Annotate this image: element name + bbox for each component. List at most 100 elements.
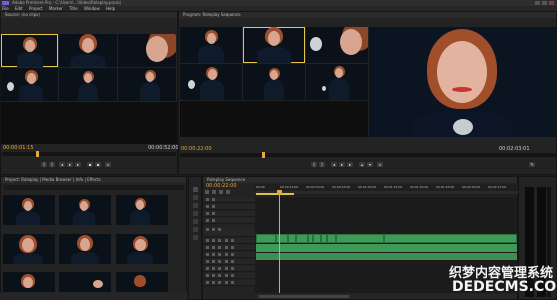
timeline-audio-clip-a2[interactable] <box>256 253 517 260</box>
snap-icon[interactable] <box>205 190 209 194</box>
step-back-icon[interactable]: ◂ <box>59 162 65 167</box>
project-clip-8[interactable] <box>59 272 111 292</box>
timeline-video-clip[interactable] <box>256 234 276 243</box>
timeline-video-clip[interactable] <box>336 234 384 243</box>
program-step-forward-icon[interactable]: ▸ <box>347 162 353 167</box>
program-monitor-tab[interactable]: Program: Roleplay Sequence <box>179 12 556 18</box>
pen-tool-icon[interactable] <box>193 227 198 232</box>
track-header-a3[interactable] <box>203 252 257 258</box>
program-angle-4[interactable] <box>180 64 242 100</box>
timeline-video-clip[interactable] <box>384 234 517 243</box>
program-angle-5[interactable] <box>243 64 305 100</box>
track-header-a7[interactable] <box>203 280 257 286</box>
program-play-icon[interactable]: ▸ <box>339 162 345 167</box>
timeline-playhead-handle[interactable] <box>277 190 282 194</box>
timeline-video-clip[interactable] <box>313 234 321 243</box>
track-select-tool-icon[interactable] <box>193 195 198 200</box>
linked-selection-icon[interactable] <box>212 190 216 194</box>
insert-icon[interactable]: ▪ <box>87 162 93 167</box>
ruler-label: 00:00:30:00 <box>306 185 325 189</box>
ruler-label: 00:02:15:00 <box>488 185 507 189</box>
track-header-a2[interactable] <box>203 245 257 251</box>
program-angle-3[interactable] <box>306 27 368 63</box>
overwrite-icon[interactable]: ▪ <box>95 162 101 167</box>
slip-tool-icon[interactable] <box>193 219 198 224</box>
program-angle-6[interactable] <box>306 64 368 100</box>
timeline-video-clip[interactable] <box>296 234 308 243</box>
ruler-label: 00:01:15:00 <box>384 185 403 189</box>
track-header-v2[interactable] <box>203 204 257 210</box>
program-playhead[interactable] <box>262 152 265 158</box>
project-clip-2[interactable] <box>59 195 111 225</box>
project-search-input[interactable] <box>4 185 184 190</box>
program-export-frame-icon[interactable]: ▫ <box>377 162 383 167</box>
razor-tool-icon[interactable] <box>193 211 198 216</box>
multicam-angle-5[interactable] <box>59 68 117 101</box>
play-icon[interactable]: ▸ <box>67 162 73 167</box>
track-header-a1[interactable] <box>203 238 257 244</box>
timeline-playhead-line[interactable] <box>279 190 280 293</box>
multicam-angle-2[interactable] <box>59 34 117 67</box>
timeline-playhead-timecode[interactable]: 00:00:22:00 <box>206 183 237 189</box>
program-mark-out-icon[interactable]: } <box>319 162 325 167</box>
program-timecode-duration: 00:02:03:01 <box>499 146 530 152</box>
timeline-audio-clip-a1[interactable] <box>256 244 517 252</box>
program-mark-in-icon[interactable]: { <box>311 162 317 167</box>
project-clip-6[interactable] <box>116 234 168 264</box>
track-header-a5[interactable] <box>203 266 257 272</box>
track-header-v1[interactable] <box>203 227 257 237</box>
step-forward-icon[interactable]: ▸ <box>75 162 81 167</box>
multicam-angle-6[interactable] <box>118 68 176 101</box>
lift-icon[interactable]: ▴ <box>359 162 365 167</box>
project-panel-tab[interactable]: Project: Roleplay | Media Browser | Info… <box>1 177 186 183</box>
timeline-toolbar <box>205 190 250 196</box>
timeline-video-clip[interactable] <box>327 234 336 243</box>
project-clip-1[interactable] <box>3 195 55 225</box>
track-header-a6[interactable] <box>203 273 257 279</box>
track-header-v1b[interactable] <box>203 211 257 217</box>
selection-tool-icon[interactable] <box>193 187 198 192</box>
timeline-settings-icon[interactable] <box>226 190 230 194</box>
source-monitor-tab[interactable]: Source: (no clips) <box>1 12 177 18</box>
source-playhead[interactable] <box>36 151 39 157</box>
close-icon[interactable] <box>549 1 554 5</box>
mark-in-icon[interactable]: { <box>41 162 47 167</box>
multicam-angle-4[interactable] <box>1 68 58 101</box>
source-scrub-bar[interactable] <box>2 152 176 156</box>
minimize-icon[interactable] <box>535 1 540 5</box>
track-header-v1a[interactable] <box>203 218 257 224</box>
source-timecode-current[interactable]: 00:00:01:15 <box>3 145 34 151</box>
wrench-icon[interactable]: ✎ <box>529 162 535 167</box>
timeline-tab[interactable]: Roleplay Sequence <box>203 177 517 183</box>
ruler-label: 00:00:15:00 <box>280 185 299 189</box>
timeline-ruler[interactable]: 00:00 00:00:15:00 00:00:30:00 00:00:45:0… <box>254 184 518 196</box>
export-frame-icon[interactable]: ▫ <box>105 162 111 167</box>
source-monitor-empty-area <box>1 102 177 144</box>
project-clip-3[interactable] <box>116 195 168 225</box>
program-timecode-current[interactable]: 00:00:22:00 <box>181 146 212 152</box>
ripple-edit-tool-icon[interactable] <box>193 203 198 208</box>
add-marker-icon[interactable] <box>219 190 223 194</box>
multicam-angle-3[interactable] <box>118 34 176 67</box>
track-header-a4[interactable] <box>203 259 257 265</box>
extract-icon[interactable]: ▾ <box>367 162 373 167</box>
program-scrub-bar[interactable] <box>180 153 556 157</box>
project-footer-toolbar <box>0 293 187 300</box>
project-clip-5[interactable] <box>59 234 111 264</box>
program-angle-1[interactable] <box>180 27 242 63</box>
program-step-back-icon[interactable]: ◂ <box>331 162 337 167</box>
track-header-v3[interactable] <box>203 197 257 203</box>
project-clip-7[interactable] <box>3 272 55 292</box>
maximize-icon[interactable] <box>542 1 547 5</box>
program-angle-2[interactable] <box>243 27 305 63</box>
multicam-angle-1[interactable] <box>1 34 58 67</box>
project-clip-4[interactable] <box>3 234 55 264</box>
hand-tool-icon[interactable] <box>193 235 198 240</box>
work-area-bar[interactable] <box>256 193 294 195</box>
ruler-label: 00:01:45:00 <box>436 185 455 189</box>
source-transport-controls: { } ◂ ▸ ▸ ▪ ▪ ▫ <box>1 160 177 169</box>
timeline-video-clip[interactable] <box>288 234 296 243</box>
project-clip-9[interactable] <box>116 272 168 292</box>
mark-out-icon[interactable]: } <box>49 162 55 167</box>
timeline-video-clip[interactable] <box>276 234 288 243</box>
